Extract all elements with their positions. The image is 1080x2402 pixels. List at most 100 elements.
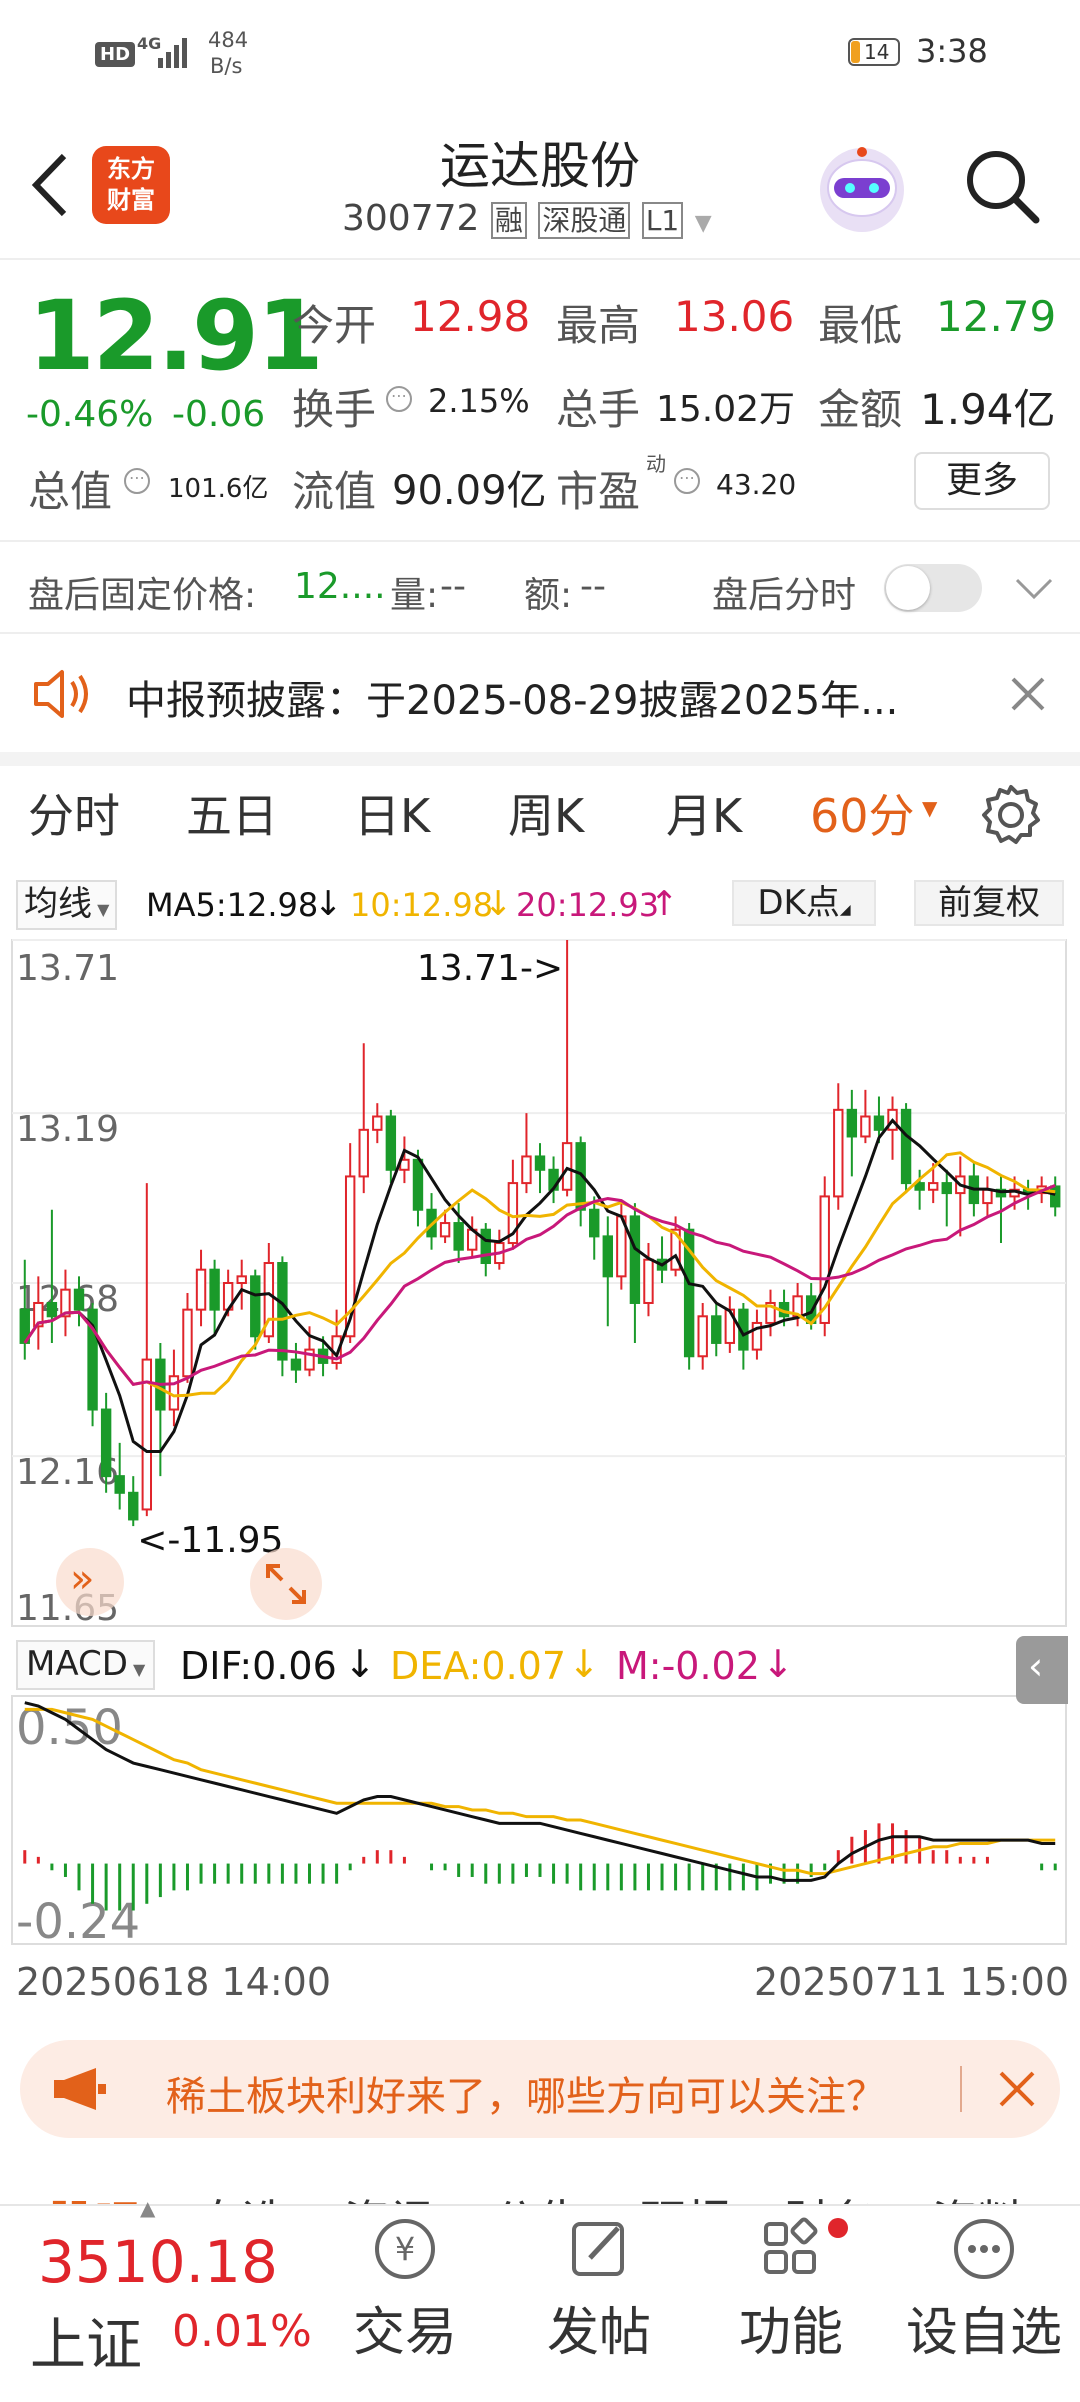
- stock-code-row[interactable]: 300772 融 深股通 L1 ▼: [342, 198, 712, 239]
- amount-value: 1.94亿: [920, 385, 1056, 434]
- after-hours-bar: 盘后固定价格: 12.... 量: -- 额: -- 盘后分时: [0, 542, 1080, 632]
- header: 东方 财富 运达股份 300772 融 深股通 L1 ▼: [0, 110, 1080, 260]
- candle-body: [100, 1408, 112, 1478]
- tab-weekly-k[interactable]: 周K: [508, 780, 584, 846]
- candle-body: [900, 1108, 912, 1185]
- candle-body: [1050, 1185, 1061, 1208]
- post-label: 发帖: [546, 2303, 651, 2363]
- tab-intraday[interactable]: 分时: [28, 780, 120, 846]
- grid-apps-icon: [764, 2217, 818, 2274]
- candle-body: [195, 1268, 207, 1311]
- candle-body: [589, 1208, 600, 1238]
- section-tab-news[interactable]: 资讯: [344, 2186, 436, 2204]
- candle-body: [290, 1358, 302, 1371]
- function-label: 功能: [738, 2303, 843, 2363]
- collapse-panel-button[interactable]: ‹: [1016, 1636, 1068, 1704]
- high-label: 最高: [556, 301, 641, 350]
- section-tab-zixuan[interactable]: 自选: [196, 2186, 288, 2204]
- ma20-label: 20:12.93: [516, 886, 660, 924]
- tab-monthly-k[interactable]: 月K: [666, 780, 742, 846]
- chevron-left-icon: ‹: [1028, 1644, 1044, 1688]
- macd-dif-label: DIF:0.06: [180, 1644, 337, 1688]
- speaker-icon: [34, 670, 88, 718]
- index-name[interactable]: 上证: [30, 2300, 142, 2381]
- section-tab-finance[interactable]: 财务: [784, 2186, 876, 2204]
- candle-body: [114, 1475, 125, 1494]
- macd-selector[interactable]: MACD ▼: [16, 1640, 156, 1690]
- net-speed-unit: B/s: [210, 54, 243, 78]
- info-dot-icon[interactable]: ⋯: [674, 468, 700, 494]
- adjust-selector[interactable]: 前复权: [914, 880, 1064, 926]
- section-tab-announce[interactable]: 公告: [492, 2186, 584, 2204]
- candle-body: [602, 1235, 613, 1278]
- section-tab-guba[interactable]: 股吧: [48, 2186, 140, 2204]
- y-tick-label: 13.71: [16, 948, 119, 989]
- ma20-arrow-icon: ↑: [650, 884, 679, 924]
- dk-point-selector[interactable]: DK点◢: [732, 880, 876, 926]
- macd-dea-label: DEA:0.07: [390, 1644, 567, 1688]
- trade-button[interactable]: ¥ 交易: [340, 2212, 470, 2365]
- after-hours-price: 12....: [294, 566, 386, 607]
- min-price-annotation: <-11.95: [137, 1520, 283, 1561]
- tab-daily-k[interactable]: 日K: [354, 780, 430, 846]
- candle-body: [697, 1315, 708, 1358]
- expand-sidebar-button[interactable]: »: [56, 1548, 124, 1616]
- ma5-arrow-icon: ↓: [314, 884, 343, 924]
- candle-body: [480, 1228, 491, 1265]
- ma-selector[interactable]: 均线 ▼: [16, 880, 118, 930]
- candle-body: [412, 1158, 424, 1211]
- after-hours-price-label: 盘后固定价格:: [28, 575, 257, 616]
- robot-assistant-icon[interactable]: [812, 140, 912, 236]
- candle-body: [629, 1215, 641, 1304]
- section-tab-research[interactable]: 研报: [640, 2186, 732, 2204]
- fullscreen-button[interactable]: [250, 1548, 322, 1620]
- promo-banner[interactable]: 稀土板块利好来了，哪些方向可以关注？: [20, 2040, 1060, 2138]
- low-value: 12.79: [936, 292, 1057, 341]
- promo-text: 稀土板块利好来了，哪些方向可以关注？: [166, 2074, 886, 2120]
- search-icon[interactable]: [962, 146, 1042, 226]
- chevron-down-icon[interactable]: [1014, 576, 1054, 602]
- dk-label: DK点: [757, 883, 840, 923]
- close-icon[interactable]: [1010, 676, 1046, 712]
- battery-level: 14: [864, 40, 890, 64]
- signal-icon: [158, 38, 187, 68]
- add-watchlist-label: 设自选: [905, 2303, 1062, 2363]
- settings-gear-icon[interactable]: [978, 782, 1044, 848]
- kline-chart[interactable]: 13.7113.1912.6812.1611.6513.71-><-11.950…: [0, 936, 1080, 1996]
- clock: 3:38: [916, 32, 988, 70]
- notice-bar[interactable]: 中报预披露：于2025-08-29披露2025年...: [0, 634, 1080, 752]
- close-icon[interactable]: [998, 2070, 1036, 2108]
- tag-level: L1: [641, 202, 684, 239]
- volume-label: 总手: [556, 385, 641, 434]
- pe-value: 43.20: [716, 468, 797, 501]
- notification-dot: [828, 2218, 848, 2238]
- macd-frame: [11, 1695, 1067, 1945]
- function-button[interactable]: 功能: [726, 2212, 856, 2365]
- more-button[interactable]: 更多: [914, 452, 1050, 510]
- macd-y-tick-label: -0.24: [16, 1894, 140, 1950]
- candle-body: [73, 1288, 85, 1311]
- after-hours-volume: --: [440, 566, 466, 607]
- candle-body: [277, 1262, 288, 1361]
- candle-body: [941, 1182, 952, 1195]
- info-dot-icon[interactable]: ⋯: [124, 468, 150, 494]
- turnover-label: 换手: [292, 385, 377, 434]
- info-dot-icon[interactable]: ⋯: [386, 386, 412, 412]
- post-button[interactable]: 发帖: [534, 2212, 664, 2365]
- index-value[interactable]: 3510.18: [38, 2228, 278, 2296]
- tab-60min[interactable]: 60分: [810, 780, 915, 846]
- tab-five-day[interactable]: 五日: [186, 780, 278, 846]
- macd-bar: MACD ▼ DIF:0.06 ↓ DEA:0.07 ↓ M:-0.02 ↓ ‹: [0, 1636, 1080, 1704]
- candle-body: [182, 1308, 193, 1378]
- index-change[interactable]: 0.01%: [172, 2306, 312, 2357]
- ma10-label: 10:12.98: [350, 886, 494, 924]
- after-hours-toggle[interactable]: [884, 564, 982, 612]
- x-axis-start-label: 20250618 14:00: [16, 1960, 332, 2004]
- m-arrow-icon: ↓: [762, 1642, 794, 1686]
- x-axis-end-label: 20250711 15:00: [754, 1960, 1070, 2004]
- after-hours-amount-label: 额:: [524, 575, 573, 616]
- section-tab-profile[interactable]: 资料: [932, 2186, 1024, 2204]
- high-value: 13.06: [674, 292, 795, 341]
- ma10-arrow-icon: ↓: [484, 884, 513, 924]
- add-watchlist-button[interactable]: 设自选: [896, 2212, 1072, 2365]
